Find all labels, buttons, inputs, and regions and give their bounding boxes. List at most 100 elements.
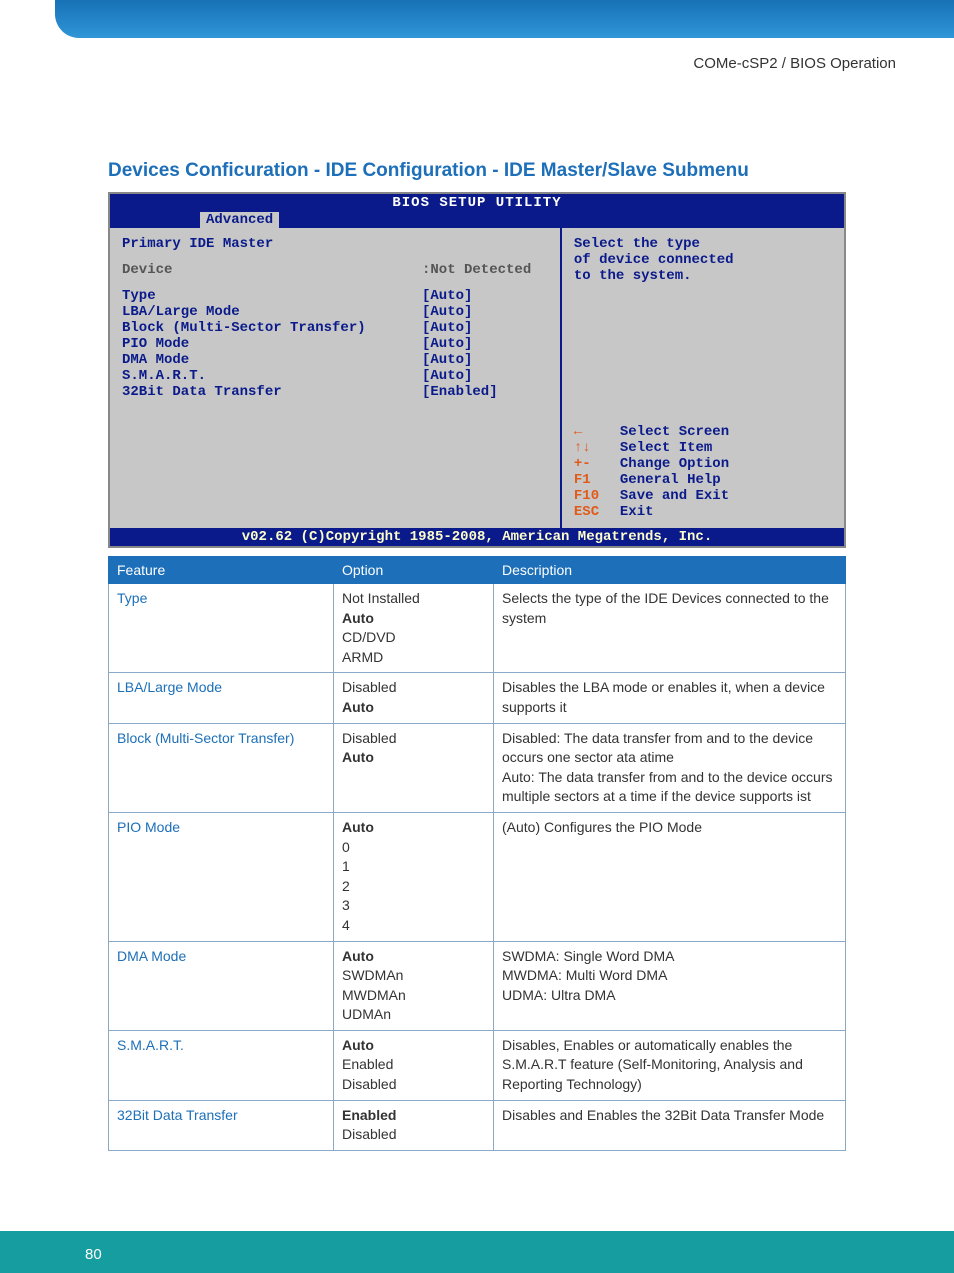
description-cell: Disables the LBA mode or enables it, whe… xyxy=(494,673,846,723)
table-row: LBA/Large ModeDisabledAutoDisables the L… xyxy=(109,673,846,723)
bios-help-key-row: ←Select Screen xyxy=(574,424,832,440)
option-value: Auto xyxy=(342,1036,485,1056)
bios-help-key: ↑↓ xyxy=(574,440,620,456)
table-row: S.M.A.R.T.AutoEnabledDisabledDisables, E… xyxy=(109,1030,846,1100)
page-number: 80 xyxy=(85,1246,102,1263)
option-value: Auto xyxy=(342,748,485,768)
table-row: DMA ModeAutoSWDMAnMWDMAnUDMAnSWDMA: Sing… xyxy=(109,941,846,1030)
bios-help-panel: Select the type of device connected to t… xyxy=(560,228,844,528)
table-row: Block (Multi-Sector Transfer)DisabledAut… xyxy=(109,723,846,812)
bios-help-key-row: F10Save and Exit xyxy=(574,488,832,504)
option-value: Auto xyxy=(342,698,485,718)
option-value: Disabled xyxy=(342,678,485,698)
feature-table: Feature Option Description TypeNot Insta… xyxy=(108,556,846,1151)
bios-setting-label: Type xyxy=(122,288,422,304)
bios-help-key-row: +-Change Option xyxy=(574,456,832,472)
bios-setting-value: [Auto] xyxy=(422,320,472,336)
description-cell: Disables, Enables or automatically enabl… xyxy=(494,1030,846,1100)
feature-name-cell: 32Bit Data Transfer xyxy=(109,1100,334,1150)
bios-help-key: F1 xyxy=(574,472,620,488)
bios-setting-value: [Enabled] xyxy=(422,384,498,400)
bios-help-key-desc: Select Screen xyxy=(620,424,729,440)
bios-setting-label: Block (Multi-Sector Transfer) xyxy=(122,320,422,336)
bios-setting-row: LBA/Large Mode[Auto] xyxy=(122,304,548,320)
option-cell: AutoSWDMAnMWDMAnUDMAn xyxy=(334,941,494,1030)
description-cell: Disabled: The data transfer from and to … xyxy=(494,723,846,812)
description-cell: SWDMA: Single Word DMA MWDMA: Multi Word… xyxy=(494,941,846,1030)
option-value: CD/DVD xyxy=(342,628,485,648)
bios-body: Primary IDE Master Device :Not Detected … xyxy=(110,228,844,528)
feature-name-cell: Type xyxy=(109,584,334,673)
option-cell: Not InstalledAutoCD/DVDARMD xyxy=(334,584,494,673)
bios-help-key: +- xyxy=(574,456,620,472)
option-value: MWDMAn xyxy=(342,986,485,1006)
breadcrumb: COMe-cSP2 / BIOS Operation xyxy=(693,55,896,72)
option-value: 3 xyxy=(342,896,485,916)
table-row: TypeNot InstalledAutoCD/DVDARMDSelects t… xyxy=(109,584,846,673)
bios-help-key-desc: Exit xyxy=(620,504,654,520)
bios-setting-value: [Auto] xyxy=(422,352,472,368)
bios-setting-value: [Auto] xyxy=(422,368,472,384)
bios-tab-advanced: Advanced xyxy=(200,212,279,228)
bios-help-key-row: F1General Help xyxy=(574,472,832,488)
option-cell: AutoEnabledDisabled xyxy=(334,1030,494,1100)
bios-setting-value: [Auto] xyxy=(422,336,472,352)
option-value: Auto xyxy=(342,818,485,838)
bios-help-key-row: ↑↓Select Item xyxy=(574,440,832,456)
bios-help-key-desc: Change Option xyxy=(620,456,729,472)
bios-footer: v02.62 (C)Copyright 1985-2008, American … xyxy=(110,528,844,546)
page-content: Devices Conficuration - IDE Configuratio… xyxy=(108,160,846,1151)
option-value: ARMD xyxy=(342,648,485,668)
feature-name-cell: LBA/Large Mode xyxy=(109,673,334,723)
table-header-description: Description xyxy=(494,557,846,584)
bios-setting-label: PIO Mode xyxy=(122,336,422,352)
bios-device-value: :Not Detected xyxy=(422,262,531,278)
option-value: 0 xyxy=(342,838,485,858)
bios-setting-row: Block (Multi-Sector Transfer)[Auto] xyxy=(122,320,548,336)
option-value: Enabled xyxy=(342,1106,485,1126)
bios-key-help: ←Select Screen↑↓Select Item+-Change Opti… xyxy=(574,424,832,520)
bios-help-key: F10 xyxy=(574,488,620,504)
option-value: Disabled xyxy=(342,1125,485,1145)
bios-setting-label: DMA Mode xyxy=(122,352,422,368)
header-tab-bar xyxy=(55,0,954,38)
table-header-feature: Feature xyxy=(109,557,334,584)
table-header-option: Option xyxy=(334,557,494,584)
page-footer-bar: 80 xyxy=(0,1231,954,1273)
bios-setting-row: Type[Auto] xyxy=(122,288,548,304)
option-value: 1 xyxy=(342,857,485,877)
option-value: 2 xyxy=(342,877,485,897)
bios-title-bar: BIOS SETUP UTILITY xyxy=(110,194,844,212)
option-value: Auto xyxy=(342,609,485,629)
option-value: UDMAn xyxy=(342,1005,485,1025)
bios-setting-label: LBA/Large Mode xyxy=(122,304,422,320)
option-value: Enabled xyxy=(342,1055,485,1075)
bios-device-label: Device xyxy=(122,262,422,278)
bios-main-panel: Primary IDE Master Device :Not Detected … xyxy=(110,228,560,528)
feature-name-cell: S.M.A.R.T. xyxy=(109,1030,334,1100)
bios-tab-row: Advanced xyxy=(110,212,844,228)
option-value: 4 xyxy=(342,916,485,936)
option-cell: DisabledAuto xyxy=(334,723,494,812)
option-cell: DisabledAuto xyxy=(334,673,494,723)
feature-name-cell: PIO Mode xyxy=(109,812,334,941)
feature-name-cell: DMA Mode xyxy=(109,941,334,1030)
description-cell: (Auto) Configures the PIO Mode xyxy=(494,812,846,941)
bios-help-key-desc: Save and Exit xyxy=(620,488,729,504)
bios-help-key-desc: General Help xyxy=(620,472,721,488)
bios-heading: Primary IDE Master xyxy=(122,236,548,252)
bios-screenshot: BIOS SETUP UTILITY Advanced Primary IDE … xyxy=(108,192,846,548)
bios-settings-list: Type[Auto]LBA/Large Mode[Auto]Block (Mul… xyxy=(122,288,548,400)
bios-setting-value: [Auto] xyxy=(422,304,472,320)
option-cell: Auto01234 xyxy=(334,812,494,941)
option-cell: EnabledDisabled xyxy=(334,1100,494,1150)
option-value: Disabled xyxy=(342,729,485,749)
option-value: Disabled xyxy=(342,1075,485,1095)
description-cell: Selects the type of the IDE Devices conn… xyxy=(494,584,846,673)
bios-setting-row: DMA Mode[Auto] xyxy=(122,352,548,368)
bios-setting-row: PIO Mode[Auto] xyxy=(122,336,548,352)
option-value: Auto xyxy=(342,947,485,967)
bios-setting-row: 32Bit Data Transfer[Enabled] xyxy=(122,384,548,400)
feature-name-cell: Block (Multi-Sector Transfer) xyxy=(109,723,334,812)
bios-setting-label: 32Bit Data Transfer xyxy=(122,384,422,400)
